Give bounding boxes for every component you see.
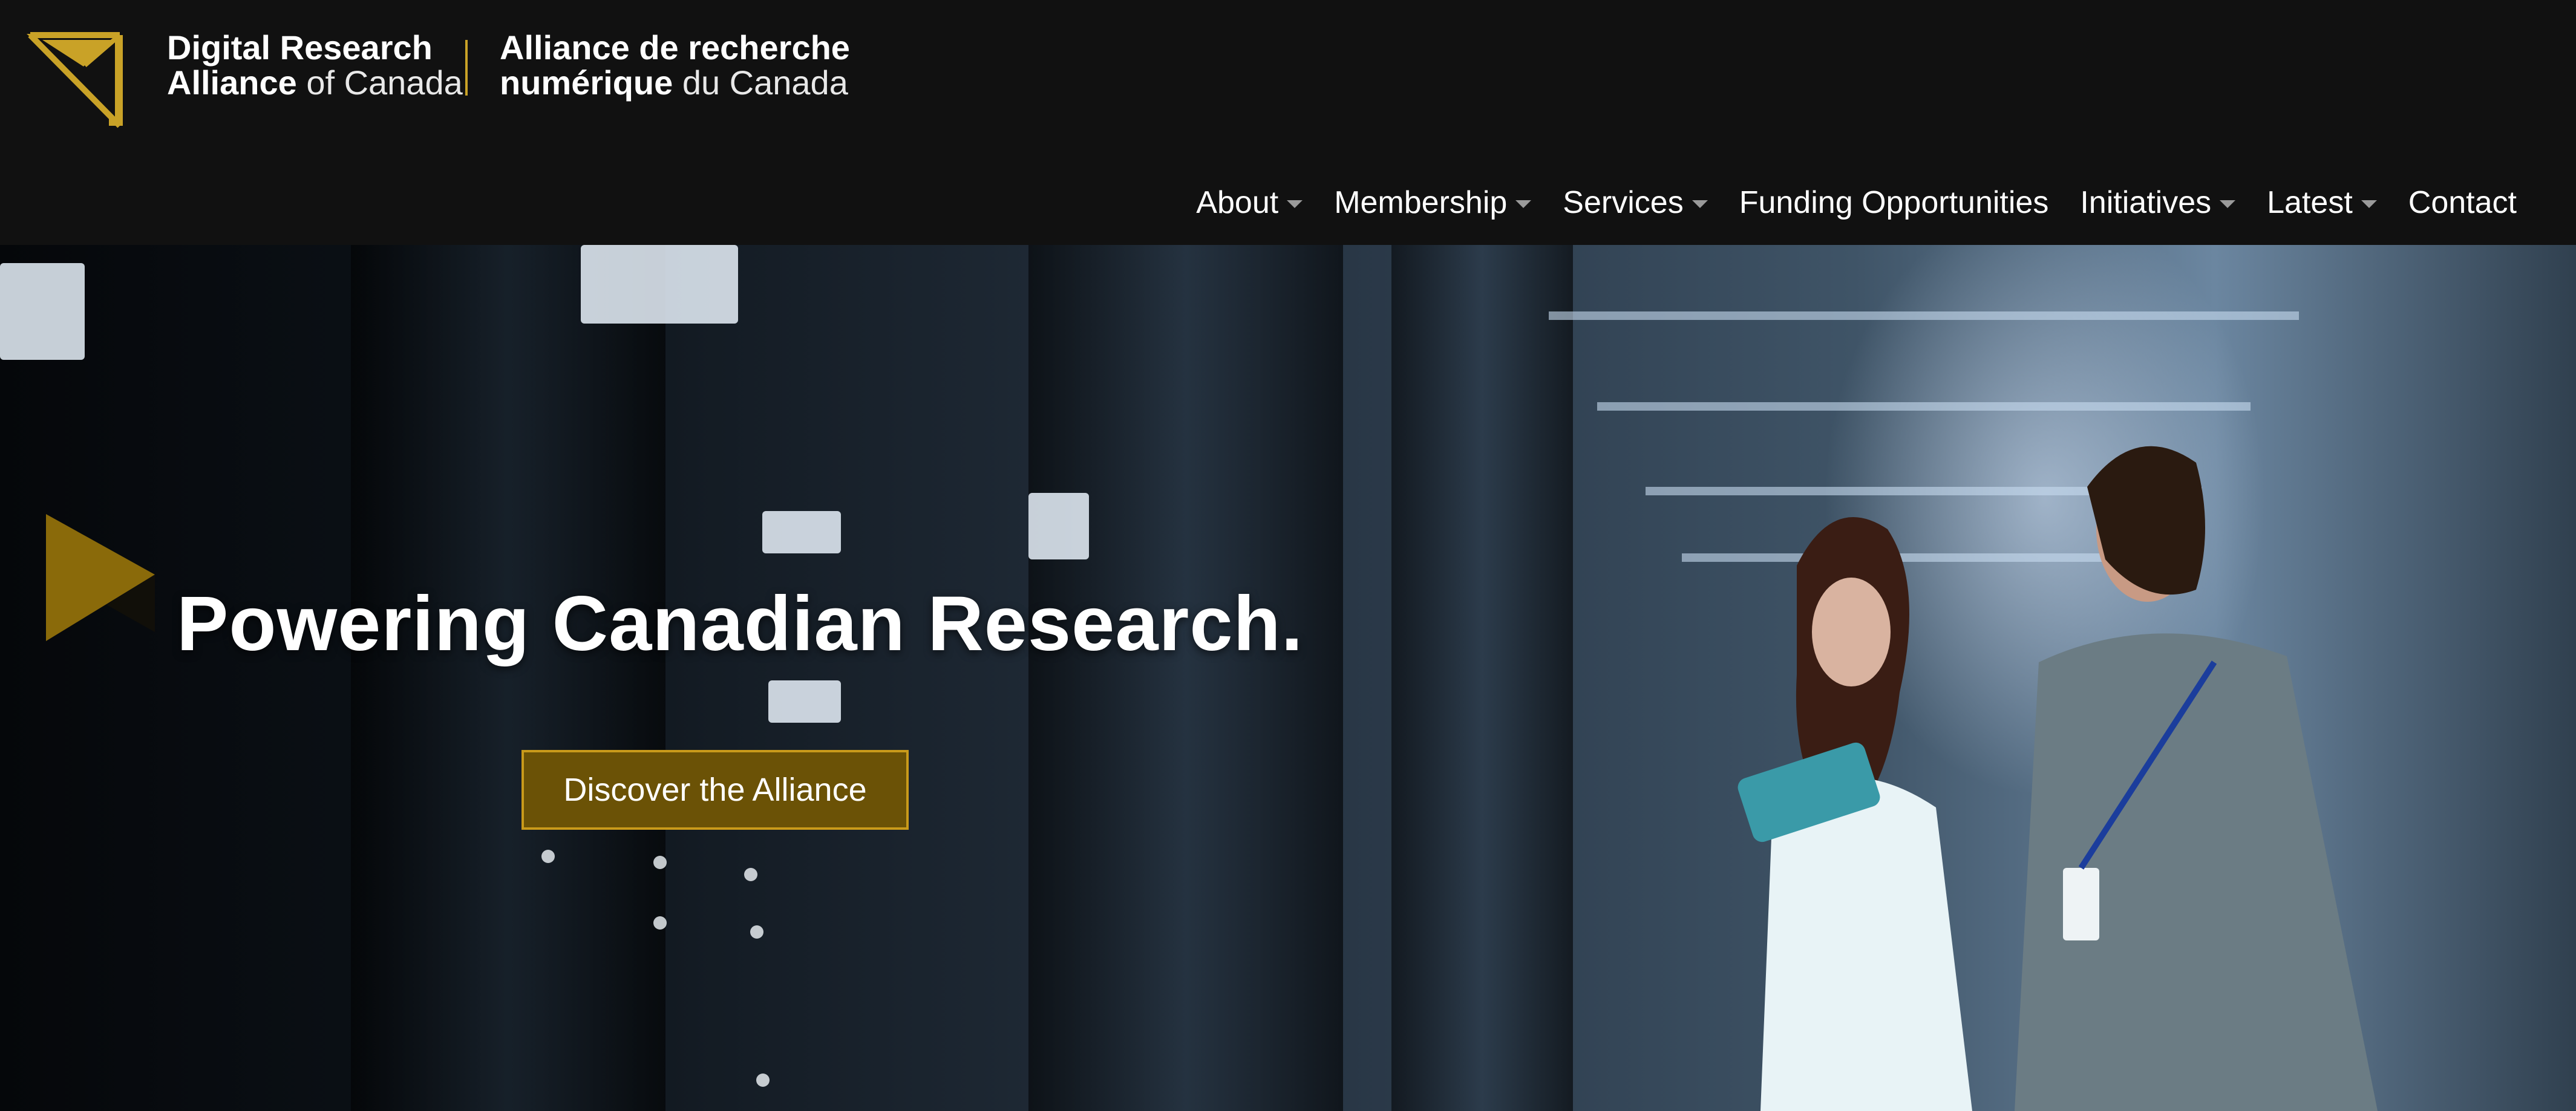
logo-text-french[interactable]: Alliance de recherche numérique du Canad…	[500, 30, 850, 100]
hero-title: Powering Canadian Research.	[177, 581, 1304, 667]
discover-alliance-button[interactable]: Discover the Alliance	[521, 750, 909, 830]
logo-fr-line1: Alliance de recherche	[500, 28, 850, 67]
nav-latest-label: Latest	[2267, 185, 2353, 220]
site-header: Digital Research Alliance of Canada Alli…	[0, 0, 2576, 245]
nav-about[interactable]: About	[1180, 184, 1318, 221]
nav-funding-opportunities[interactable]: Funding Opportunities	[1724, 184, 2065, 221]
man-with-lanyard-figure	[2015, 446, 2378, 1111]
nav-initiatives[interactable]: Initiatives	[2064, 184, 2251, 221]
server-rack	[351, 245, 665, 1111]
nav-contact[interactable]: Contact	[2393, 184, 2517, 221]
logo-en-line1: Digital Research	[167, 28, 433, 67]
chevron-down-icon	[2220, 200, 2236, 208]
logo-divider	[465, 40, 468, 96]
rack-light	[581, 245, 738, 324]
logo-fr-line2-light: du Canada	[673, 64, 848, 102]
logo-en-line2-bold: Alliance	[167, 64, 297, 102]
play-arrow-icon	[46, 514, 155, 641]
nav-contact-label: Contact	[2408, 185, 2517, 220]
status-light	[756, 1074, 770, 1087]
nav-funding-label: Funding Opportunities	[1739, 185, 2049, 220]
status-light	[653, 916, 667, 930]
nav-membership-label: Membership	[1334, 185, 1508, 220]
main-nav: About Membership Services Funding Opport…	[1180, 181, 2517, 224]
server-rack	[1028, 245, 1343, 1111]
logo-en-line2-light: of Canada	[296, 64, 463, 102]
rack-light	[762, 511, 841, 553]
status-light	[653, 856, 667, 869]
nav-about-label: About	[1196, 185, 1279, 220]
rack-light	[1028, 493, 1089, 559]
chevron-down-icon	[1287, 200, 1303, 208]
chevron-down-icon	[1692, 200, 1708, 208]
logo-text-english[interactable]: Digital Research Alliance of Canada	[167, 30, 463, 100]
rack-light	[0, 263, 85, 360]
ceiling-beam	[1549, 311, 2299, 320]
logo-fr-line2-bold: numérique	[500, 64, 673, 102]
rack-light	[768, 680, 841, 723]
server-rack	[1391, 245, 1573, 1111]
chevron-down-icon	[2361, 200, 2377, 208]
status-light	[541, 850, 555, 863]
chevron-down-icon	[1515, 200, 1532, 208]
status-light	[744, 868, 757, 881]
hero-banner: Powering Canadian Research. Discover the…	[0, 245, 2576, 1111]
nav-initiatives-label: Initiatives	[2080, 185, 2212, 220]
nav-membership[interactable]: Membership	[1318, 184, 1547, 221]
nav-services[interactable]: Services	[1547, 184, 1723, 221]
nav-latest[interactable]: Latest	[2251, 184, 2393, 221]
alliance-logo-icon[interactable]	[24, 29, 124, 129]
status-light	[750, 925, 763, 939]
nav-services-label: Services	[1563, 185, 1684, 220]
